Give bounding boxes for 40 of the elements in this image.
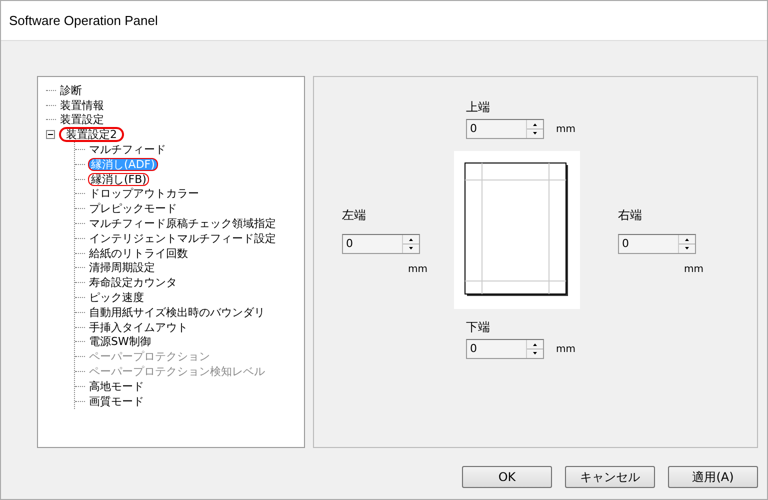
spin-arrows-icon[interactable]: [402, 235, 419, 253]
tree-item[interactable]: マルチフィード原稿チェック領域指定: [88, 218, 277, 230]
spin-arrows-icon[interactable]: [526, 120, 543, 138]
tree-item[interactable]: 給紙のリトライ回数: [88, 248, 189, 259]
dialog-button[interactable]: OK: [462, 466, 552, 488]
tree-item[interactable]: 縁消し(FB): [88, 172, 150, 186]
window-title: Software Operation Panel: [9, 13, 158, 28]
tree-item[interactable]: マルチフィード: [88, 144, 167, 156]
tree-item[interactable]: 清掃周期設定: [88, 262, 156, 274]
tree-item[interactable]: 診断: [59, 84, 83, 96]
tree-item[interactable]: ピック速度: [88, 292, 145, 304]
collapse-icon[interactable]: [46, 130, 55, 140]
tree-item[interactable]: 電源SW制御: [88, 336, 152, 348]
tree-item[interactable]: 寿命設定カウンタ: [88, 277, 178, 288]
spin-field[interactable]: 0: [618, 234, 696, 254]
tree-item[interactable]: インテリジェントマルチフィード設定: [88, 232, 277, 244]
field-label: 左端: [342, 207, 367, 224]
spin-arrows-icon[interactable]: [678, 235, 695, 253]
spin-field[interactable]: 0: [466, 119, 544, 139]
field-label: 下端: [466, 319, 491, 336]
tree-item[interactable]: 高地モード: [88, 380, 145, 392]
tree-item[interactable]: 自動用紙サイズ検出時のバウンダリ: [88, 306, 266, 318]
unit-label: mm: [684, 264, 704, 275]
tree-item[interactable]: 手挿入タイムアウト: [88, 322, 189, 333]
tree-item[interactable]: ドロップアウトカラー: [88, 188, 200, 200]
tree-item[interactable]: 装置設定: [59, 114, 105, 126]
spin-arrows-icon[interactable]: [526, 340, 543, 358]
unit-label: mm: [556, 124, 576, 134]
field-label: 右端: [618, 207, 643, 224]
unit-label: mm: [556, 344, 576, 354]
unit-label: mm: [408, 264, 428, 275]
dialog-button[interactable]: キャンセル: [565, 466, 655, 488]
dialog-button[interactable]: 適用(A): [668, 466, 758, 488]
tree-item[interactable]: プレピックモード: [88, 203, 178, 214]
spin-field[interactable]: 0: [342, 234, 420, 254]
field-label: 上端: [466, 99, 491, 116]
spin-field[interactable]: 0: [466, 339, 544, 359]
tree-item[interactable]: 画質モード: [88, 396, 145, 407]
tree-item[interactable]: 装置設定2: [59, 127, 124, 142]
tree-item[interactable]: 装置情報: [59, 100, 105, 111]
